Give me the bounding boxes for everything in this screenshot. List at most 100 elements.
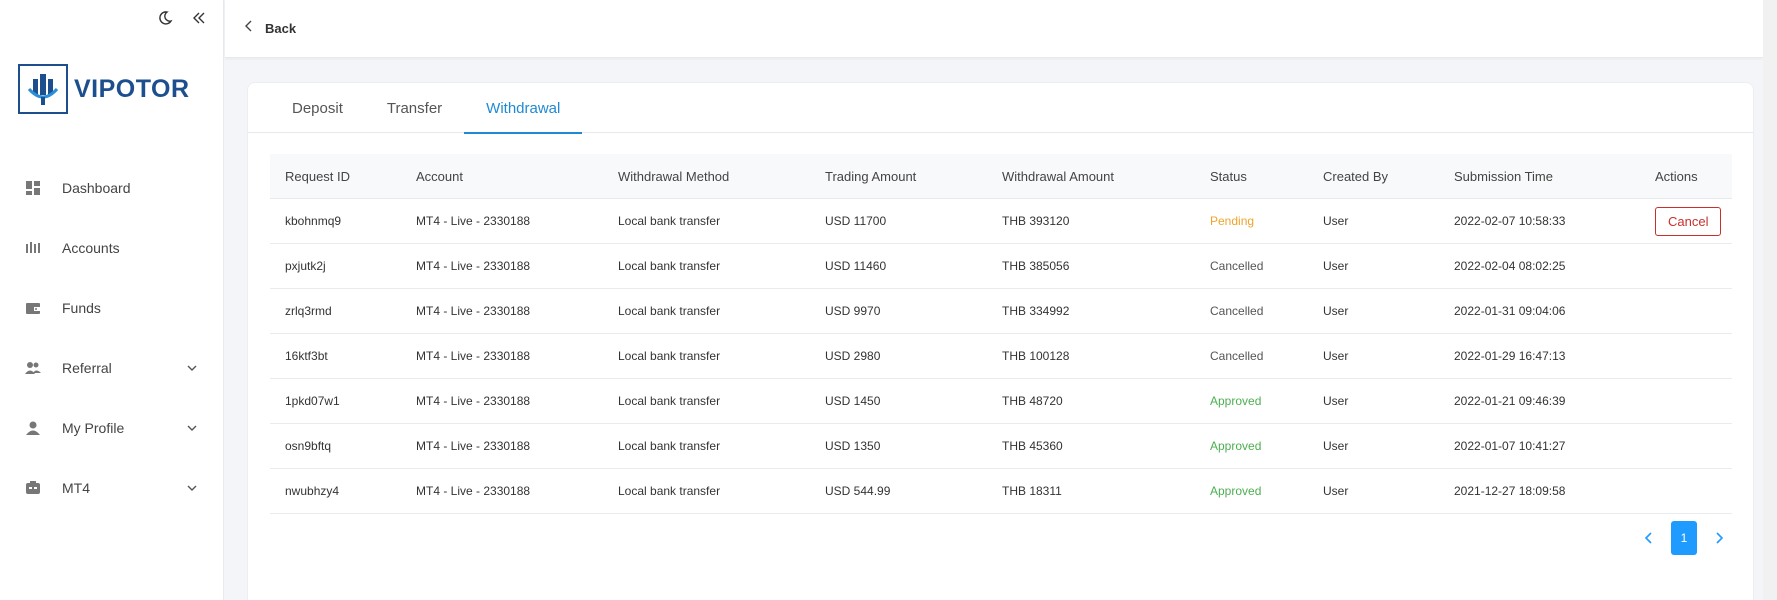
chevron-left-icon: [243, 19, 255, 38]
trading-amount: USD 2980: [825, 349, 881, 363]
trading-amount: USD 9970: [825, 304, 881, 318]
topbar: Back: [225, 0, 1763, 58]
tab-deposit[interactable]: Deposit: [270, 83, 365, 133]
withdrawal-amount: THB 393120: [1002, 214, 1070, 228]
collapse-sidebar-icon[interactable]: [189, 8, 209, 28]
table-row: zrlq3rmd MT4 - Live - 2330188 Local bank…: [270, 289, 1732, 334]
trading-amount: USD 11700: [825, 214, 887, 228]
submission-time: 2022-01-21 09:46:39: [1454, 394, 1566, 408]
table-row: 1pkd07w1 MT4 - Live - 2330188 Local bank…: [270, 379, 1732, 424]
moon-icon[interactable]: [155, 8, 175, 28]
sidebar-item-accounts[interactable]: Accounts: [0, 218, 223, 278]
status-badge: Approved: [1210, 484, 1262, 498]
chevron-down-icon: [185, 421, 199, 435]
sidebar-item-label: Funds: [62, 300, 101, 316]
status-badge: Approved: [1210, 394, 1262, 408]
column-header: Withdrawal Amount: [1002, 168, 1114, 184]
sidebar-top-controls: [155, 8, 209, 28]
sidebar-item-label: Dashboard: [62, 180, 131, 196]
request-id: osn9bftq: [285, 439, 332, 453]
mt4-icon: [24, 479, 42, 497]
account: MT4 - Live - 2330188: [416, 439, 531, 453]
status-badge: Cancelled: [1210, 304, 1264, 318]
request-id: nwubhzy4: [285, 484, 340, 498]
sidebar-item-label: Referral: [62, 360, 112, 376]
tab-transfer[interactable]: Transfer: [365, 83, 464, 133]
trading-amount: USD 1350: [825, 439, 881, 453]
brand-logo[interactable]: VIPOTOR: [18, 64, 190, 114]
created-by: User: [1323, 259, 1349, 273]
sidebar-item-funds[interactable]: Funds: [0, 278, 223, 338]
created-by: User: [1323, 349, 1349, 363]
sidebar-item-dashboard[interactable]: Dashboard: [0, 158, 223, 218]
created-by: User: [1323, 484, 1349, 498]
submission-time: 2022-02-04 08:02:25: [1454, 259, 1566, 273]
request-id: kbohnmq9: [285, 214, 342, 228]
created-by: User: [1323, 214, 1349, 228]
created-by: User: [1323, 439, 1349, 453]
logo-mark-icon: [18, 64, 68, 114]
trading-amount: USD 1450: [825, 394, 881, 408]
trading-amount: USD 544.99: [825, 484, 891, 498]
withdrawal-amount: THB 18311: [1002, 484, 1062, 498]
table-row: pxjutk2j MT4 - Live - 2330188 Local bank…: [270, 244, 1732, 289]
sidebar-item-label: MT4: [62, 480, 90, 496]
withdrawal-amount: THB 45360: [1002, 439, 1063, 453]
column-header: Status: [1210, 168, 1247, 184]
withdrawal-method: Local bank transfer: [618, 439, 721, 453]
withdrawal-method: Local bank transfer: [618, 259, 721, 273]
created-by: User: [1323, 394, 1349, 408]
funds-icon: [24, 299, 42, 317]
account: MT4 - Live - 2330188: [416, 394, 531, 408]
referral-icon: [24, 359, 42, 377]
column-header: Withdrawal Method: [618, 168, 730, 184]
withdrawal-method: Local bank transfer: [618, 214, 721, 228]
sidebar-item-label: Accounts: [62, 240, 120, 256]
tab-bar: Deposit Transfer Withdrawal: [248, 83, 1753, 134]
table-row: osn9bftq MT4 - Live - 2330188 Local bank…: [270, 424, 1732, 469]
request-id: pxjutk2j: [285, 259, 326, 273]
back-label: Back: [265, 21, 297, 36]
table-row: kbohnmq9 MT4 - Live - 2330188 Local bank…: [270, 199, 1732, 244]
page-scrollbar[interactable]: [1763, 0, 1777, 600]
chevron-right-icon[interactable]: [1709, 528, 1729, 548]
user-icon: [24, 419, 42, 437]
account: MT4 - Live - 2330188: [416, 259, 531, 273]
account: MT4 - Live - 2330188: [416, 349, 531, 363]
status-badge: Approved: [1210, 439, 1262, 453]
sidebar-item-label: My Profile: [62, 420, 125, 436]
chevron-down-icon: [185, 481, 199, 495]
back-button[interactable]: Back: [243, 19, 296, 38]
pagination: 1: [1639, 521, 1729, 555]
withdrawal-method: Local bank transfer: [618, 484, 721, 498]
page-number-button[interactable]: 1: [1671, 521, 1697, 555]
account: MT4 - Live - 2330188: [416, 304, 531, 318]
withdrawal-method: Local bank transfer: [618, 394, 721, 408]
trading-amount: USD 11460: [825, 259, 887, 273]
sidebar-item-my-profile[interactable]: My Profile: [0, 398, 223, 458]
chevron-down-icon: [185, 361, 199, 375]
withdrawal-amount: THB 334992: [1002, 304, 1070, 318]
request-id: zrlq3rmd: [285, 304, 332, 318]
table-header: Request ID Account Withdrawal Method Tra…: [270, 154, 1732, 199]
column-header: Request ID: [285, 168, 351, 184]
submission-time: 2022-01-29 16:47:13: [1454, 349, 1566, 363]
withdrawal-card: Deposit Transfer Withdrawal Request ID A…: [247, 82, 1754, 600]
table-row: nwubhzy4 MT4 - Live - 2330188 Local bank…: [270, 469, 1732, 514]
chevron-left-icon[interactable]: [1639, 528, 1659, 548]
column-header: Actions: [1655, 168, 1698, 184]
sidebar-item-referral[interactable]: Referral: [0, 338, 223, 398]
withdrawal-amount: THB 385056: [1002, 259, 1070, 273]
column-header: Submission Time: [1454, 168, 1553, 184]
actions-cell: Cancel: [1640, 206, 1732, 236]
sidebar-item-mt4[interactable]: MT4: [0, 458, 223, 518]
sidebar: VIPOTOR Dashboard Accounts Funds Referra…: [0, 0, 224, 600]
status-badge: Cancelled: [1210, 349, 1264, 363]
created-by: User: [1323, 304, 1349, 318]
submission-time: 2022-02-07 10:58:33: [1454, 214, 1566, 228]
withdrawal-amount: THB 100128: [1002, 349, 1070, 363]
status-badge: Cancelled: [1210, 259, 1264, 273]
cancel-button[interactable]: Cancel: [1655, 206, 1722, 236]
submission-time: 2022-01-31 09:04:06: [1454, 304, 1566, 318]
tab-withdrawal[interactable]: Withdrawal: [464, 83, 583, 134]
